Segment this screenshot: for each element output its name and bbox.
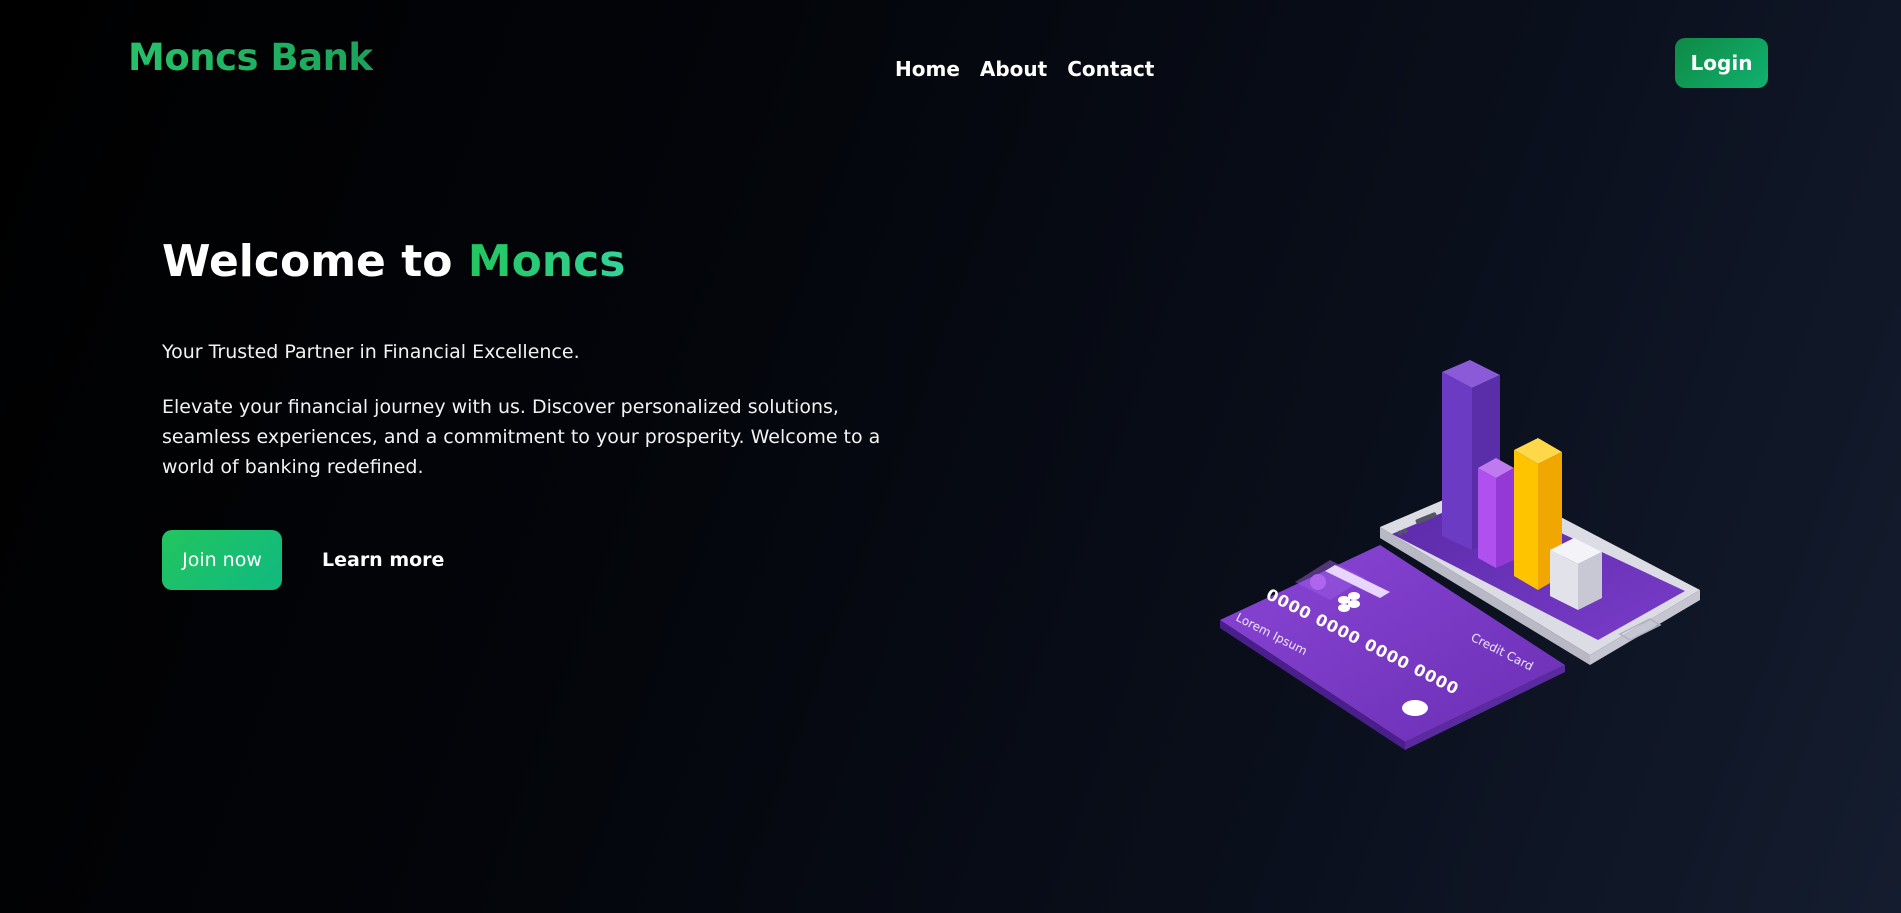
- nav-links: Home About Contact: [895, 57, 1154, 81]
- hero-description: Elevate your financial journey with us. …: [162, 396, 881, 478]
- hero-title-accent: Moncs: [467, 236, 626, 287]
- hero-tagline: Your Trusted Partner in Financial Excell…: [162, 341, 580, 363]
- banking-illustration: 0000 0000 0000 0000 Lorem Ipsum Credit C…: [1210, 350, 1710, 755]
- hero-title: Welcome to Moncs: [162, 232, 922, 292]
- banking-illustration-svg: 0000 0000 0000 0000 Lorem Ipsum Credit C…: [1220, 360, 1700, 750]
- cta-row: Join now Learn more: [162, 530, 444, 590]
- hero-title-prefix: Welcome to: [162, 236, 453, 287]
- brand-logo[interactable]: Moncs Bank: [128, 36, 373, 79]
- navbar: Moncs Bank Home About Contact Login: [0, 0, 1901, 130]
- nav-link-home[interactable]: Home: [895, 57, 960, 81]
- nav-link-about[interactable]: About: [980, 57, 1047, 81]
- nav-link-contact[interactable]: Contact: [1067, 57, 1154, 81]
- learn-more-link[interactable]: Learn more: [322, 549, 444, 571]
- login-button[interactable]: Login: [1675, 38, 1768, 88]
- hero-section: Welcome to Moncs Your Trusted Partner in…: [162, 232, 922, 590]
- join-now-button[interactable]: Join now: [162, 530, 282, 590]
